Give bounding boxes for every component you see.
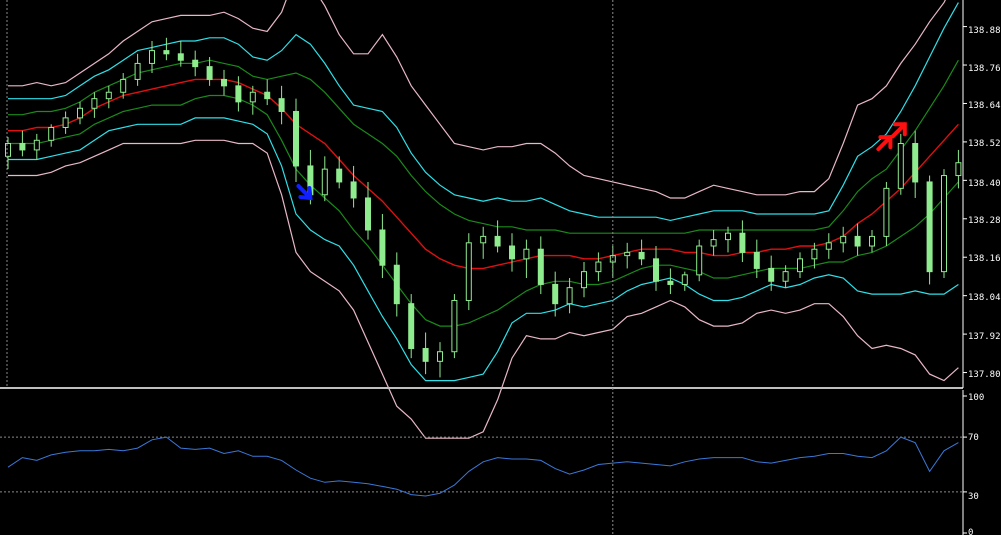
candle-body — [681, 274, 688, 285]
candle-body — [653, 258, 659, 282]
candle-body — [725, 232, 731, 241]
candle-body — [206, 66, 213, 80]
price-tick-label: 137.805 — [968, 370, 1001, 380]
candle-body — [379, 229, 386, 266]
candle-body — [149, 50, 155, 64]
candle-body — [869, 235, 875, 247]
candle-body — [768, 267, 775, 282]
candle-body — [393, 264, 400, 305]
candle-body — [552, 283, 559, 305]
candle-body — [91, 98, 98, 109]
candle-body — [451, 299, 458, 353]
candle-body — [235, 85, 242, 103]
candle-body — [249, 91, 256, 103]
candle-body — [192, 59, 199, 68]
candle-body — [797, 258, 803, 273]
candle-body — [437, 351, 443, 362]
rsi-tick-label: 30 — [968, 492, 979, 502]
candle-body — [912, 143, 919, 183]
candle-body — [897, 143, 904, 189]
candle-body — [336, 168, 343, 183]
candle-body — [77, 107, 83, 119]
candle-body — [221, 78, 227, 87]
candle-body — [163, 50, 170, 55]
candle-body — [811, 248, 818, 260]
candle-body — [710, 239, 717, 247]
candle-body — [624, 251, 631, 257]
trading-chart[interactable]: 138.885 138.765 138.645 138.525 138.405 … — [0, 0, 1001, 535]
price-tick-label: 138.285 — [968, 216, 1001, 226]
rsi-tick-label: 0 — [968, 528, 973, 535]
candle-body — [134, 62, 141, 80]
price-tick-label: 138.765 — [968, 64, 1001, 74]
candle-body — [509, 245, 515, 260]
candle-body — [696, 245, 703, 276]
candle-body — [854, 235, 861, 247]
candle-body — [581, 271, 587, 289]
candle-body — [739, 232, 746, 253]
price-tick-label: 138.525 — [968, 139, 1001, 149]
candle-body — [566, 287, 573, 305]
candle-body — [825, 242, 832, 250]
candle-body — [264, 91, 271, 100]
candle-body — [494, 235, 501, 247]
candle-body — [753, 251, 760, 269]
candle-body — [941, 175, 947, 273]
candle-body — [523, 248, 530, 260]
candle-body — [321, 168, 328, 196]
candle-body — [365, 197, 371, 231]
candle-body — [955, 162, 962, 177]
candle-body — [408, 303, 415, 350]
candle-body — [350, 181, 357, 199]
candle-body — [278, 98, 285, 112]
candle-body — [62, 117, 69, 128]
candle-body — [537, 248, 544, 285]
candle-body — [19, 143, 26, 151]
candle-body — [5, 143, 11, 157]
candle-body — [638, 251, 645, 260]
candle-body — [422, 348, 429, 362]
candle-body — [48, 126, 55, 141]
candle-body — [480, 235, 487, 244]
price-tick-label: 138.645 — [968, 101, 1001, 111]
candle-body — [840, 235, 847, 244]
rsi-tick-label: 70 — [968, 433, 979, 443]
candle-body — [465, 242, 472, 301]
price-tick-label: 138.885 — [968, 26, 1001, 36]
candle-body — [293, 110, 299, 167]
rsi-tick-label: 100 — [968, 393, 984, 403]
candle-body — [177, 53, 184, 61]
candle-body — [782, 271, 789, 282]
candle-body — [105, 91, 112, 100]
price-tick-label: 138.045 — [968, 293, 1001, 303]
price-tick-label: 138.405 — [968, 179, 1001, 189]
candle-body — [120, 78, 127, 93]
price-tick-label: 138.165 — [968, 254, 1001, 264]
candle-body — [33, 139, 40, 151]
candle-body — [883, 187, 890, 237]
candle-body — [926, 181, 933, 273]
candle-body — [667, 280, 674, 285]
candle-body — [595, 261, 602, 273]
price-tick-label: 137.925 — [968, 332, 1001, 342]
